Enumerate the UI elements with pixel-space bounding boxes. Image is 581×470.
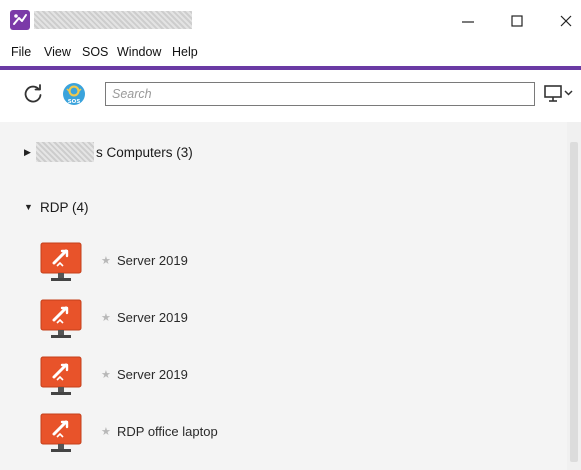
computer-list-panel: ▶ s Computers (3) ▼ RDP (4) ★ Server 201…	[0, 122, 567, 470]
list-item[interactable]: ★ Server 2019	[0, 353, 567, 399]
collapse-caret-icon[interactable]: ▼	[24, 202, 33, 212]
device-name: Server 2019	[117, 253, 188, 268]
scrollbar-thumb[interactable]	[570, 142, 578, 462]
rdp-computer-icon	[38, 355, 84, 397]
favorite-star-icon[interactable]: ★	[101, 254, 111, 267]
group-computers[interactable]: ▶ s Computers (3)	[0, 135, 567, 169]
sos-icon[interactable]: SOS	[62, 82, 86, 106]
toolbar: SOS	[0, 70, 581, 122]
rdp-computer-icon	[38, 298, 84, 340]
menu-bar: File View SOS Window Help	[0, 42, 581, 64]
expand-caret-icon[interactable]: ▶	[24, 147, 31, 158]
group-label: RDP (4)	[40, 199, 89, 215]
vertical-scrollbar[interactable]	[567, 122, 581, 470]
list-item[interactable]: ★ Server 2019	[0, 239, 567, 285]
menu-window[interactable]: Window	[117, 45, 161, 59]
group-rdp[interactable]: ▼ RDP (4)	[0, 190, 567, 224]
title-bar	[0, 0, 581, 42]
search-input[interactable]	[105, 82, 535, 106]
device-name: Server 2019	[117, 367, 188, 382]
monitor-dropdown-icon[interactable]	[543, 82, 581, 106]
minimize-button[interactable]	[448, 8, 488, 34]
list-item[interactable]: ★ RDP office laptop	[0, 410, 567, 456]
favorite-star-icon[interactable]: ★	[101, 311, 111, 324]
refresh-icon[interactable]	[22, 83, 44, 105]
group-label: s Computers (3)	[96, 144, 193, 160]
maximize-button[interactable]	[497, 8, 537, 34]
rdp-computer-icon	[38, 412, 84, 454]
close-button[interactable]	[546, 8, 581, 34]
menu-view[interactable]: View	[44, 45, 71, 59]
menu-file[interactable]: File	[11, 45, 31, 59]
rdp-computer-icon	[38, 241, 84, 283]
favorite-star-icon[interactable]: ★	[101, 425, 111, 438]
group-name-redacted	[36, 142, 94, 162]
device-name: Server 2019	[117, 310, 188, 325]
menu-help[interactable]: Help	[172, 45, 198, 59]
app-logo-icon	[10, 10, 30, 30]
window-title-redacted	[34, 11, 192, 29]
menu-sos[interactable]: SOS	[82, 45, 108, 59]
sos-badge: SOS	[68, 99, 81, 105]
favorite-star-icon[interactable]: ★	[101, 368, 111, 381]
device-name: RDP office laptop	[117, 424, 218, 439]
list-item[interactable]: ★ Server 2019	[0, 296, 567, 342]
